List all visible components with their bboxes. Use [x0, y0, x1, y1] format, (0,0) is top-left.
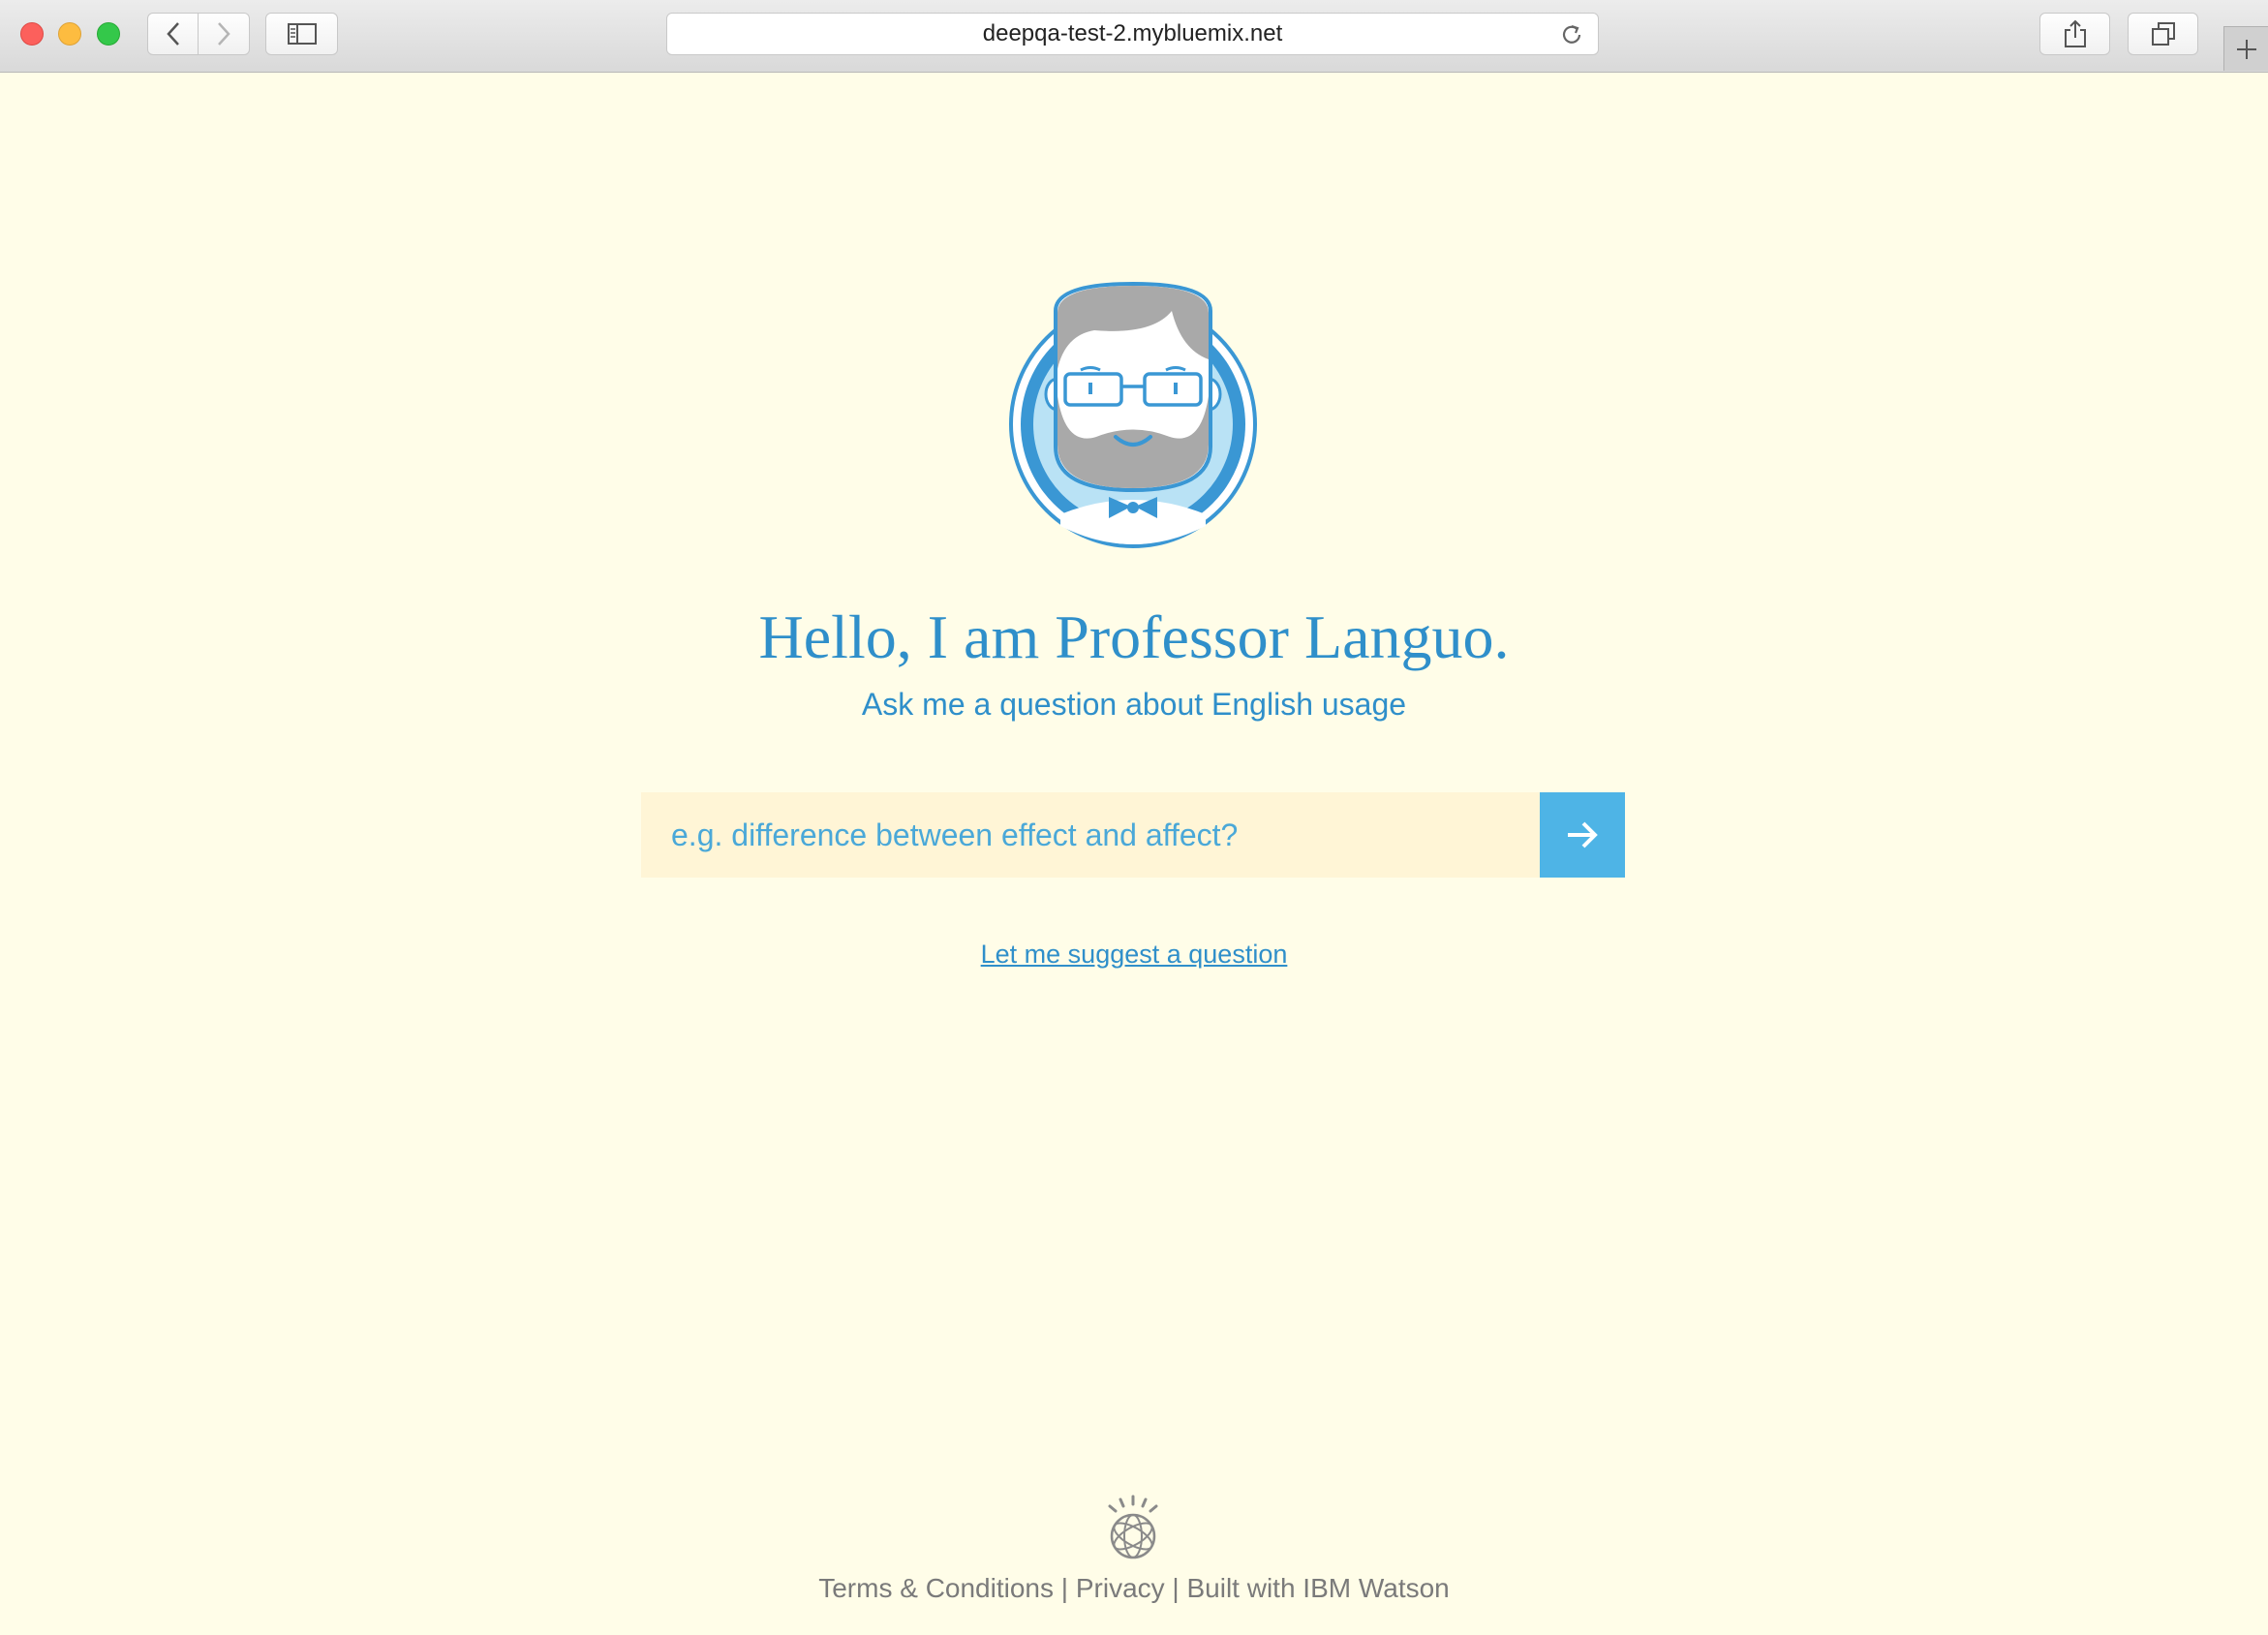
- back-button[interactable]: [147, 13, 199, 55]
- built-with-watson-link[interactable]: Built with IBM Watson: [1186, 1573, 1449, 1603]
- page-subtitle: Ask me a question about English usage: [861, 687, 1407, 722]
- minimize-window-button[interactable]: [58, 22, 81, 46]
- tabs-overview-icon: [2151, 22, 2175, 46]
- url-text: deepqa-test-2.mybluemix.net: [982, 20, 1283, 46]
- sidebar-icon: [287, 23, 317, 45]
- suggest-question-link[interactable]: Let me suggest a question: [981, 940, 1288, 969]
- footer-links: Terms & Conditions | Privacy | Built wit…: [0, 1573, 2268, 1604]
- plus-icon: [2236, 39, 2256, 59]
- page-title: Hello, I am Professor Languo.: [758, 602, 1510, 671]
- close-window-button[interactable]: [20, 22, 44, 46]
- chevron-left-icon: [166, 22, 179, 46]
- question-input[interactable]: [641, 792, 1540, 878]
- reload-icon[interactable]: [1559, 22, 1584, 47]
- footer-separator: |: [1172, 1573, 1180, 1603]
- address-bar[interactable]: deepqa-test-2.mybluemix.net: [666, 13, 1599, 55]
- zoom-window-button[interactable]: [97, 22, 120, 46]
- professor-avatar-icon: [1009, 282, 1257, 548]
- sidebar-toggle-button[interactable]: [265, 13, 338, 55]
- new-tab-button[interactable]: [2223, 26, 2268, 71]
- share-icon: [2064, 19, 2086, 47]
- browser-toolbar: deepqa-test-2.mybluemix.net: [0, 0, 2268, 73]
- forward-button[interactable]: [199, 13, 250, 55]
- share-button[interactable]: [2039, 13, 2110, 55]
- submit-question-button[interactable]: [1540, 792, 1625, 878]
- ibm-watson-logo-icon: [1108, 1495, 1158, 1559]
- arrow-right-icon: [1568, 821, 1598, 848]
- page-content: Hello, I am Professor Languo. Ask me a q…: [0, 74, 2268, 1635]
- chevron-right-icon: [218, 22, 230, 46]
- terms-link[interactable]: Terms & Conditions: [818, 1573, 1054, 1603]
- tabs-overview-button[interactable]: [2128, 13, 2198, 55]
- privacy-link[interactable]: Privacy: [1076, 1573, 1165, 1603]
- footer-separator: |: [1060, 1573, 1069, 1603]
